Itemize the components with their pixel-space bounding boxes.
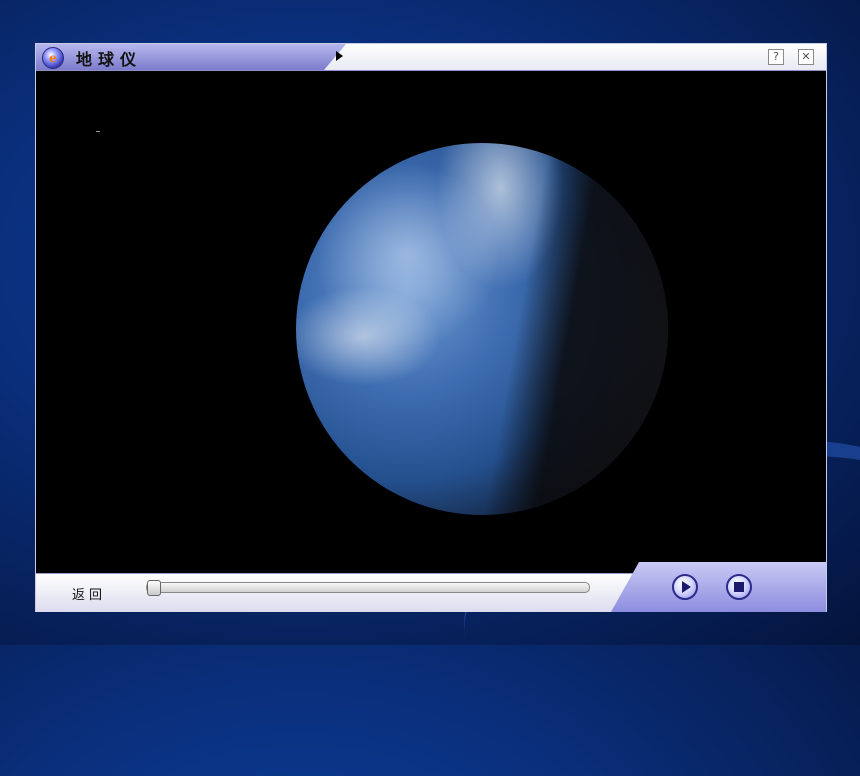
play-icon xyxy=(682,581,691,593)
window-title: 地球仪 xyxy=(76,50,143,69)
control-tab xyxy=(611,562,826,612)
earth-shadow xyxy=(296,143,668,515)
close-button[interactable]: ✕ xyxy=(798,49,814,65)
stop-icon xyxy=(734,582,744,592)
help-button[interactable]: ? xyxy=(768,49,784,65)
expand-arrow-icon[interactable] xyxy=(336,51,343,61)
back-button[interactable]: 返回 xyxy=(72,584,106,603)
stop-button[interactable] xyxy=(726,574,752,600)
star-speck xyxy=(96,131,100,132)
progress-thumb[interactable] xyxy=(147,580,161,596)
app-logo-icon: e xyxy=(42,47,64,69)
player-window: e 地球仪 ? ✕ 返回 xyxy=(35,43,827,612)
progress-slider[interactable] xyxy=(146,580,590,596)
title-bar: e 地球仪 ? ✕ xyxy=(36,44,826,71)
play-button[interactable] xyxy=(672,574,698,600)
video-area[interactable] xyxy=(36,71,826,573)
control-bar: 返回 xyxy=(36,562,826,612)
